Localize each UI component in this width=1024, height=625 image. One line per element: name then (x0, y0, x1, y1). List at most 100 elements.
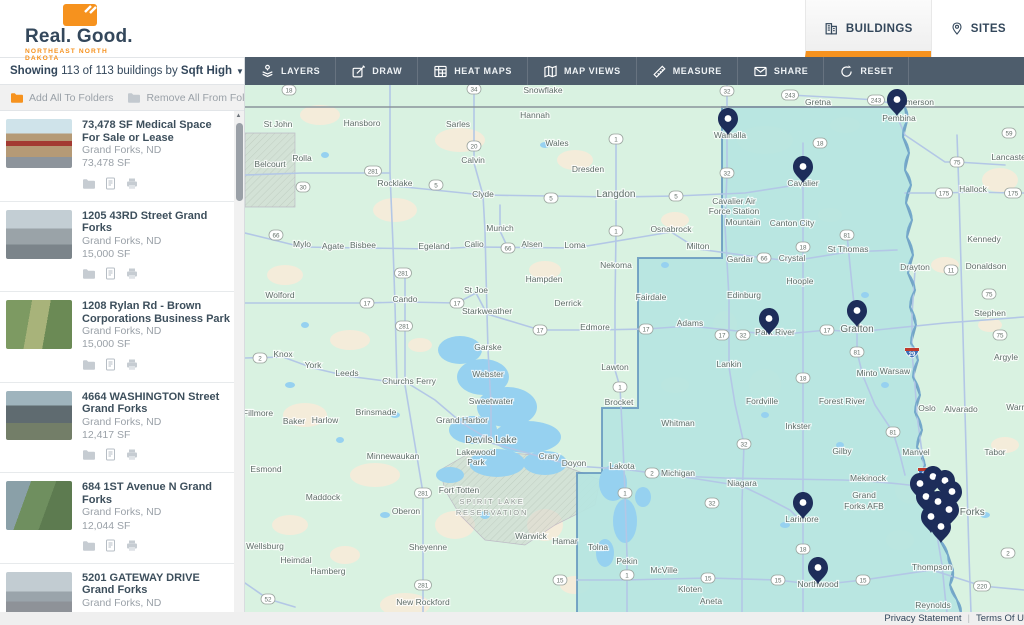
privacy-statement-link[interactable]: Privacy Statement (884, 613, 961, 624)
report-icon[interactable] (105, 539, 116, 557)
listing-title: 5201 GATEWAY DRIVE Grand Forks (82, 572, 230, 597)
tab-sites[interactable]: SITES (931, 0, 1024, 57)
results-prefix: Showing (10, 65, 58, 77)
listing-icons (82, 539, 230, 557)
lake (661, 262, 669, 268)
town-label: Webster (472, 369, 504, 379)
toolbar-draw-button[interactable]: DRAW (336, 57, 418, 85)
listing-photo[interactable] (6, 119, 72, 168)
town-label: Hoople (787, 276, 814, 286)
folder-icon[interactable] (82, 448, 96, 466)
svg-text:243: 243 (785, 92, 796, 99)
town-label: Brocket (605, 397, 634, 407)
map-canvas[interactable]: 1834322432432015975322815553017517518661… (245, 85, 1024, 613)
report-icon[interactable] (105, 267, 116, 285)
listing-item[interactable]: 1208 Rylan Rd - Brown Corporations Busin… (0, 292, 244, 383)
print-icon[interactable] (125, 267, 139, 285)
town-label: Cavalier Air (712, 196, 756, 206)
town-label: Nekoma (600, 260, 632, 270)
listing-icons (82, 177, 230, 195)
sort-selector[interactable]: Sqft High (181, 65, 232, 77)
toolbar-heat-maps-button[interactable]: HEAT MAPS (418, 57, 528, 85)
listing-item[interactable]: 4664 WASHINGTON Street Grand ForksGrand … (0, 383, 244, 474)
listing-photo[interactable] (6, 391, 72, 440)
print-icon[interactable] (125, 177, 139, 195)
folder-icon[interactable] (82, 267, 96, 285)
svg-text:2: 2 (258, 355, 262, 362)
toolbar-map-views-button[interactable]: MAP VIEWS (528, 57, 637, 85)
town-label: Hannah (520, 110, 550, 120)
svg-text:5: 5 (549, 195, 553, 202)
town-label: Oslo (918, 403, 936, 413)
listing-photo[interactable] (6, 481, 72, 530)
toolbar-layers-button[interactable]: LAYERS (245, 57, 336, 85)
report-icon[interactable] (105, 448, 116, 466)
tab-sites-label: SITES (971, 23, 1006, 35)
svg-text:66: 66 (760, 255, 768, 262)
town-label: Michigan (661, 468, 695, 478)
town-label: Bisbee (350, 240, 376, 250)
map-svg[interactable]: 1834322432432015975322815553017517518661… (245, 85, 1024, 613)
listing-body: 1208 Rylan Rd - Brown Corporations Busin… (72, 300, 230, 376)
route-shield: 1 (609, 226, 623, 236)
route-shield: 175 (936, 188, 953, 198)
terms-link[interactable]: Terms Of U (976, 613, 1024, 624)
folder-icon[interactable] (82, 539, 96, 557)
route-shield: 34 (467, 85, 481, 94)
toolbar-share-button[interactable]: SHARE (738, 57, 825, 85)
svg-text:15: 15 (774, 577, 782, 584)
town-label: Fordville (746, 396, 778, 406)
route-shield: 32 (720, 168, 734, 178)
lake (380, 512, 390, 518)
route-shield: 81 (840, 230, 854, 240)
scrollbar-thumb[interactable] (236, 123, 243, 201)
print-icon[interactable] (125, 448, 139, 466)
brand-tagline: NORTHEAST NORTH DAKOTA (25, 48, 145, 62)
town-label: Calio (464, 239, 484, 249)
route-shield: 81 (886, 427, 900, 437)
svg-text:2: 2 (650, 470, 654, 477)
town-label: Grand Harbor (436, 415, 488, 425)
report-icon[interactable] (105, 177, 116, 195)
share-icon (753, 64, 768, 79)
print-icon[interactable] (125, 539, 139, 557)
results-count: 113 of 113 buildings by (61, 65, 178, 77)
chevron-down-icon[interactable]: ▼ (236, 67, 244, 76)
listing-item[interactable]: 684 1ST Avenue N Grand ForksGrand Forks,… (0, 473, 244, 564)
route-shield: 32 (736, 330, 750, 340)
route-shield: 66 (501, 243, 515, 253)
route-shield: 18 (282, 85, 296, 95)
tab-buildings[interactable]: BUILDINGS (805, 0, 931, 57)
route-shield: 175 (1005, 188, 1022, 198)
add-all-to-folders-button[interactable]: Add All To Folders (10, 92, 113, 104)
svg-text:15: 15 (556, 577, 564, 584)
town-label: Alvarado (944, 404, 978, 414)
svg-text:17: 17 (823, 327, 831, 334)
folder-icon[interactable] (82, 177, 96, 195)
town-label: Mountain (726, 217, 761, 227)
report-icon[interactable] (105, 358, 116, 376)
toolbar-button-label: MEASURE (673, 66, 722, 76)
folder-icon[interactable] (82, 358, 96, 376)
list-scrollbar[interactable]: ▲ (234, 111, 244, 625)
listing-photo[interactable] (6, 210, 72, 259)
print-icon[interactable] (125, 358, 139, 376)
town-label: Pembina (882, 113, 916, 123)
town-label: Langdon (597, 189, 636, 200)
listing-icons (82, 358, 230, 376)
town-label: Leeds (335, 368, 358, 378)
toolbar-measure-button[interactable]: MEASURE (637, 57, 738, 85)
town-label: Fillmore (245, 408, 273, 418)
route-shield: 17 (820, 325, 834, 335)
listing-city: Grand Forks, ND (82, 597, 230, 610)
svg-text:281: 281 (418, 490, 429, 497)
scroll-up-arrow-icon[interactable]: ▲ (236, 113, 242, 119)
town-label: Agate (322, 241, 344, 251)
svg-text:281: 281 (418, 582, 429, 589)
listing-item[interactable]: 1205 43RD Street Grand ForksGrand Forks,… (0, 202, 244, 293)
town-label: Derrick (555, 298, 583, 308)
town-label: Forks AFB (844, 501, 884, 511)
listing-photo[interactable] (6, 300, 72, 349)
listing-item[interactable]: 73,478 SF Medical Space For Sale or Leas… (0, 111, 244, 202)
toolbar-reset-button[interactable]: RESET (824, 57, 909, 85)
